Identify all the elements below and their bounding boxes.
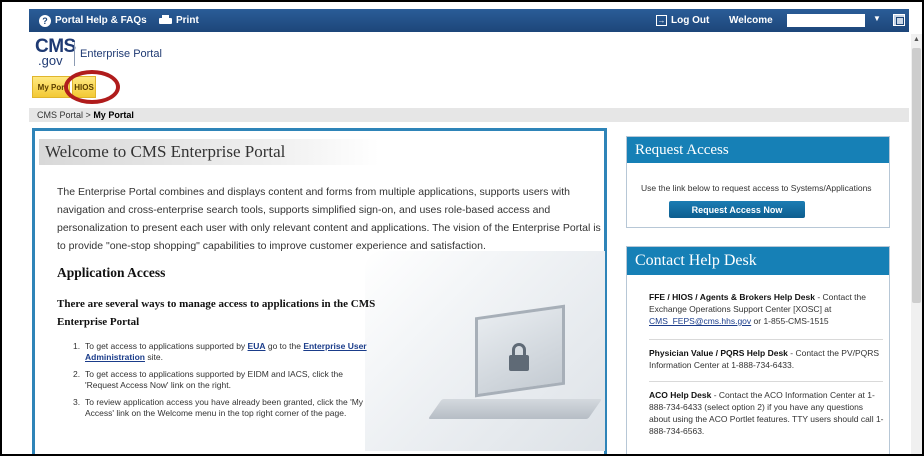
breadcrumb-current: My Portal xyxy=(93,110,134,120)
divider xyxy=(649,339,883,340)
scrollbar-thumb[interactable] xyxy=(912,48,921,303)
request-access-heading: Request Access xyxy=(627,137,889,163)
maximize-icon[interactable] xyxy=(893,14,905,26)
logo-portal-text: Enterprise Portal xyxy=(80,48,162,60)
print-label: Print xyxy=(176,15,199,26)
divider xyxy=(649,381,883,382)
browser-frame: ? Portal Help & FAQs Print → Log Out Wel… xyxy=(0,0,924,456)
help-desk-entry-pqrs: Physician Value / PQRS Help Desk - Conta… xyxy=(649,348,880,370)
intro-text: The Enterprise Portal combines and displ… xyxy=(57,186,601,252)
logo-divider xyxy=(74,42,75,66)
printer-icon xyxy=(159,15,172,26)
request-access-text: Use the link below to request access to … xyxy=(641,183,872,193)
help-faqs-label: Portal Help & FAQs xyxy=(55,15,147,26)
breadcrumb-separator: > xyxy=(85,110,91,120)
page-title: Welcome to CMS Enterprise Portal xyxy=(39,139,379,165)
welcome-panel: Welcome to CMS Enterprise Portal The Ent… xyxy=(32,128,607,454)
help-desk-entry-ffe: FFE / HIOS / Agents & Brokers Help Desk … xyxy=(649,292,866,326)
breadcrumb: CMS Portal > My Portal xyxy=(29,108,909,122)
laptop-illustration xyxy=(365,251,605,451)
scroll-up-arrow-icon[interactable]: ▲ xyxy=(911,34,922,45)
help-icon: ? xyxy=(39,14,51,27)
feps-email-link[interactable]: CMS_FEPS@cms.hhs.gov xyxy=(649,316,751,326)
list-item: 1. To get access to applications support… xyxy=(73,341,367,362)
help-faqs-link[interactable]: ? Portal Help & FAQs xyxy=(39,9,147,32)
request-access-now-button[interactable]: Request Access Now xyxy=(669,201,805,218)
print-link[interactable]: Print xyxy=(159,9,199,32)
chevron-down-icon[interactable]: ▼ xyxy=(873,14,881,23)
request-access-panel: Request Access Use the link below to req… xyxy=(626,136,890,228)
hios-highlight-ring xyxy=(64,70,120,104)
access-steps-list: 1. To get access to applications support… xyxy=(73,341,378,425)
application-access-heading: Application Access xyxy=(57,265,166,280)
logout-icon: → xyxy=(656,15,667,26)
help-desk-entry-aco: ACO Help Desk - Contact the ACO Informat… xyxy=(649,390,884,436)
list-item: 2. To get access to applications support… xyxy=(73,369,343,390)
list-item: 3. To review application access you have… xyxy=(73,397,364,418)
laptop-base xyxy=(427,399,603,419)
logout-label: Log Out xyxy=(671,15,710,26)
welcome-label: Welcome xyxy=(729,15,773,26)
help-desk-heading: Contact Help Desk xyxy=(627,247,889,275)
top-toolbar: ? Portal Help & FAQs Print → Log Out Wel… xyxy=(29,9,909,32)
breadcrumb-root[interactable]: CMS Portal xyxy=(37,110,83,120)
ways-heading: There are several ways to manage access … xyxy=(57,298,376,328)
contact-help-desk-panel: Contact Help Desk FFE / HIOS / Agents & … xyxy=(626,246,890,454)
cms-logo[interactable]: CMS .gov xyxy=(35,37,76,67)
logout-link[interactable]: → Log Out xyxy=(656,9,709,32)
lock-icon xyxy=(505,343,533,371)
page-scrollbar[interactable]: ▲ xyxy=(911,34,922,454)
eua-link[interactable]: EUA xyxy=(248,341,266,351)
welcome-user-dropdown[interactable] xyxy=(787,14,865,27)
